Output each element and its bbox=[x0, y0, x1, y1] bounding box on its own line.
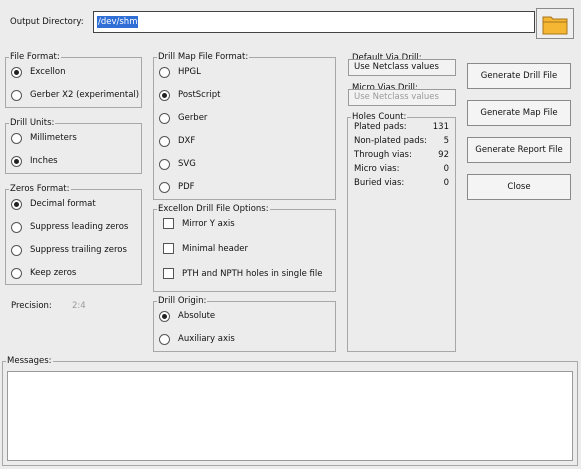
holes-plated-label: Plated pads: bbox=[354, 122, 407, 132]
holes-micro-vias-label: Micro vias: bbox=[354, 164, 400, 174]
radio-pdf[interactable] bbox=[159, 182, 170, 193]
radio-hpgl-label: HPGL bbox=[178, 67, 201, 77]
radio-gerber-label: Gerber bbox=[178, 113, 208, 123]
checkbox-mirror-y-label: Mirror Y axis bbox=[182, 219, 235, 229]
radio-auxiliary-axis-label: Auxiliary axis bbox=[178, 334, 235, 344]
radio-keep-zeros[interactable] bbox=[11, 268, 22, 279]
generate-report-file-button[interactable]: Generate Report File bbox=[467, 137, 571, 163]
output-directory-value: /dev/shm bbox=[97, 16, 139, 28]
holes-through-vias-value: 92 bbox=[438, 150, 449, 160]
holes-row-buried-vias: Buried vias: 0 bbox=[354, 177, 449, 189]
radio-decimal-format-label: Decimal format bbox=[30, 199, 96, 209]
holes-buried-vias-value: 0 bbox=[443, 178, 449, 188]
holes-row-non-plated: Non-plated pads: 5 bbox=[354, 135, 449, 147]
output-directory-label: Output Directory: bbox=[10, 17, 84, 27]
radio-pdf-label: PDF bbox=[178, 182, 195, 192]
holes-plated-value: 131 bbox=[432, 122, 449, 132]
radio-suppress-leading-label: Suppress leading zeros bbox=[30, 222, 129, 232]
generate-drill-file-button[interactable]: Generate Drill File bbox=[467, 63, 571, 89]
radio-decimal-format[interactable] bbox=[11, 199, 22, 210]
browse-folder-button[interactable] bbox=[536, 8, 574, 39]
holes-non-plated-label: Non-plated pads: bbox=[354, 136, 427, 146]
radio-absolute[interactable] bbox=[159, 311, 170, 322]
precision-value: 2:4 bbox=[72, 301, 86, 311]
default-via-value-box: Use Netclass values bbox=[348, 59, 456, 76]
zeros-format-title: Zeros Format: bbox=[9, 183, 71, 195]
radio-hpgl[interactable] bbox=[159, 67, 170, 78]
close-button[interactable]: Close bbox=[467, 174, 571, 200]
micro-via-value-box: Use Netclass values bbox=[348, 89, 456, 106]
radio-excellon-label: Excellon bbox=[30, 67, 66, 77]
generate-map-file-button[interactable]: Generate Map File bbox=[467, 100, 571, 126]
radio-millimeters[interactable] bbox=[11, 133, 22, 144]
drill-map-format-title: Drill Map File Format: bbox=[157, 51, 250, 63]
radio-gerber[interactable] bbox=[159, 113, 170, 124]
radio-dxf[interactable] bbox=[159, 136, 170, 147]
holes-through-vias-label: Through vias: bbox=[354, 150, 412, 160]
holes-micro-vias-value: 0 bbox=[443, 164, 449, 174]
radio-inches-label: Inches bbox=[30, 156, 58, 166]
excellon-options-title: Excellon Drill File Options: bbox=[157, 203, 270, 215]
holes-row-micro-vias: Micro vias: 0 bbox=[354, 163, 449, 175]
checkbox-minimal-header-label: Minimal header bbox=[182, 244, 248, 254]
output-directory-input[interactable]: /dev/shm bbox=[93, 11, 535, 33]
radio-auxiliary-axis[interactable] bbox=[159, 334, 170, 345]
radio-svg[interactable] bbox=[159, 159, 170, 170]
radio-dxf-label: DXF bbox=[178, 136, 196, 146]
holes-non-plated-value: 5 bbox=[443, 136, 449, 146]
holes-row-through-vias: Through vias: 92 bbox=[354, 149, 449, 161]
holes-count-group: Holes Count: Plated pads: 131 Non-plated… bbox=[347, 111, 456, 352]
holes-row-plated: Plated pads: 131 bbox=[354, 121, 449, 133]
radio-suppress-leading[interactable] bbox=[11, 222, 22, 233]
checkbox-minimal-header[interactable] bbox=[163, 243, 174, 254]
drill-units-title: Drill Units: bbox=[9, 117, 56, 129]
radio-keep-zeros-label: Keep zeros bbox=[30, 268, 77, 278]
radio-absolute-label: Absolute bbox=[178, 311, 216, 321]
checkbox-pth-npth-single[interactable] bbox=[163, 268, 174, 279]
radio-inches[interactable] bbox=[11, 156, 22, 167]
radio-gerber-x2[interactable] bbox=[11, 90, 22, 101]
drill-units-group: Drill Units: bbox=[5, 117, 142, 174]
radio-svg-label: SVG bbox=[178, 159, 196, 169]
messages-title: Messages: bbox=[6, 355, 53, 367]
radio-excellon[interactable] bbox=[11, 67, 22, 78]
radio-postscript[interactable] bbox=[159, 90, 170, 101]
radio-suppress-trailing[interactable] bbox=[11, 245, 22, 256]
folder-icon bbox=[542, 16, 568, 35]
radio-gerber-x2-label: Gerber X2 (experimental) bbox=[30, 90, 140, 100]
radio-suppress-trailing-label: Suppress trailing zeros bbox=[30, 245, 127, 255]
file-format-title: File Format: bbox=[9, 51, 61, 63]
checkbox-pth-npth-single-label: PTH and NPTH holes in single file bbox=[182, 269, 323, 279]
drill-map-format-group: Drill Map File Format: bbox=[153, 51, 336, 200]
radio-millimeters-label: Millimeters bbox=[30, 133, 77, 143]
default-via-value: Use Netclass values bbox=[354, 62, 439, 72]
holes-buried-vias-label: Buried vias: bbox=[354, 178, 405, 188]
checkbox-mirror-y[interactable] bbox=[163, 218, 174, 229]
precision-label: Precision: bbox=[11, 301, 52, 311]
radio-postscript-label: PostScript bbox=[178, 90, 221, 100]
micro-via-value: Use Netclass values bbox=[354, 92, 439, 102]
messages-textarea[interactable] bbox=[7, 371, 573, 461]
drill-origin-title: Drill Origin: bbox=[157, 295, 208, 307]
